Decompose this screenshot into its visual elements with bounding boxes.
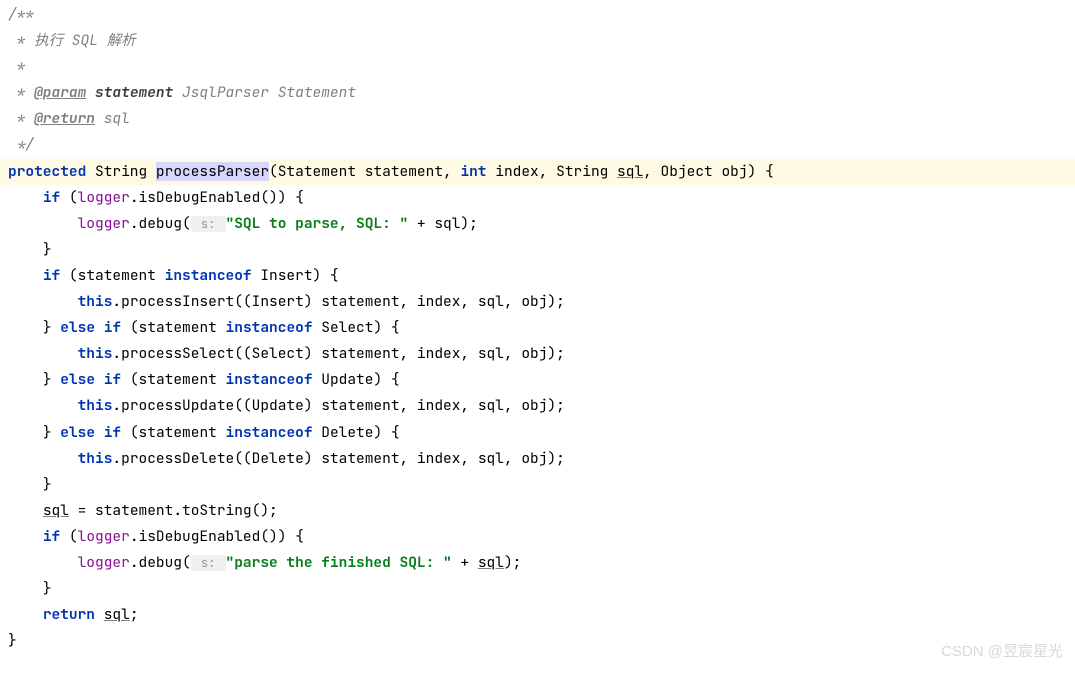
code-line[interactable]: return sql;: [0, 602, 1075, 628]
comment-line: *: [0, 54, 1075, 80]
method-signature[interactable]: protected String processParser(Statement…: [0, 159, 1075, 185]
code-line[interactable]: }: [0, 628, 1075, 654]
method-name: processParser: [156, 162, 269, 181]
code-line[interactable]: }: [0, 472, 1075, 498]
comment-line: * @param statement JsqlParser Statement: [0, 80, 1075, 106]
code-line[interactable]: if (logger.isDebugEnabled()) {: [0, 185, 1075, 211]
code-line[interactable]: if (statement instanceof Insert) {: [0, 263, 1075, 289]
code-line[interactable]: if (logger.isDebugEnabled()) {: [0, 524, 1075, 550]
code-line[interactable]: this.processUpdate((Update) statement, i…: [0, 393, 1075, 419]
code-line[interactable]: this.processSelect((Select) statement, i…: [0, 341, 1075, 367]
code-line[interactable]: } else if (statement instanceof Update) …: [0, 367, 1075, 393]
code-line[interactable]: logger.debug( s: "SQL to parse, SQL: " +…: [0, 211, 1075, 237]
code-line[interactable]: logger.debug( s: "parse the finished SQL…: [0, 550, 1075, 576]
comment-line: * 执行 SQL 解析: [0, 28, 1075, 54]
code-line[interactable]: sql = statement.toString();: [0, 498, 1075, 524]
param-hint: s:: [191, 555, 226, 571]
code-line[interactable]: this.processDelete((Delete) statement, i…: [0, 446, 1075, 472]
code-line[interactable]: this.processInsert((Insert) statement, i…: [0, 289, 1075, 315]
code-line[interactable]: } else if (statement instanceof Select) …: [0, 315, 1075, 341]
comment-line: /**: [0, 2, 1075, 28]
comment-line: */: [0, 132, 1075, 158]
param-hint: s:: [191, 216, 226, 232]
comment-line: * @return sql: [0, 106, 1075, 132]
code-line[interactable]: }: [0, 576, 1075, 602]
code-line[interactable]: } else if (statement instanceof Delete) …: [0, 420, 1075, 446]
code-line[interactable]: }: [0, 237, 1075, 263]
code-block: /** * 执行 SQL 解析 * * @param statement Jsq…: [0, 2, 1075, 654]
